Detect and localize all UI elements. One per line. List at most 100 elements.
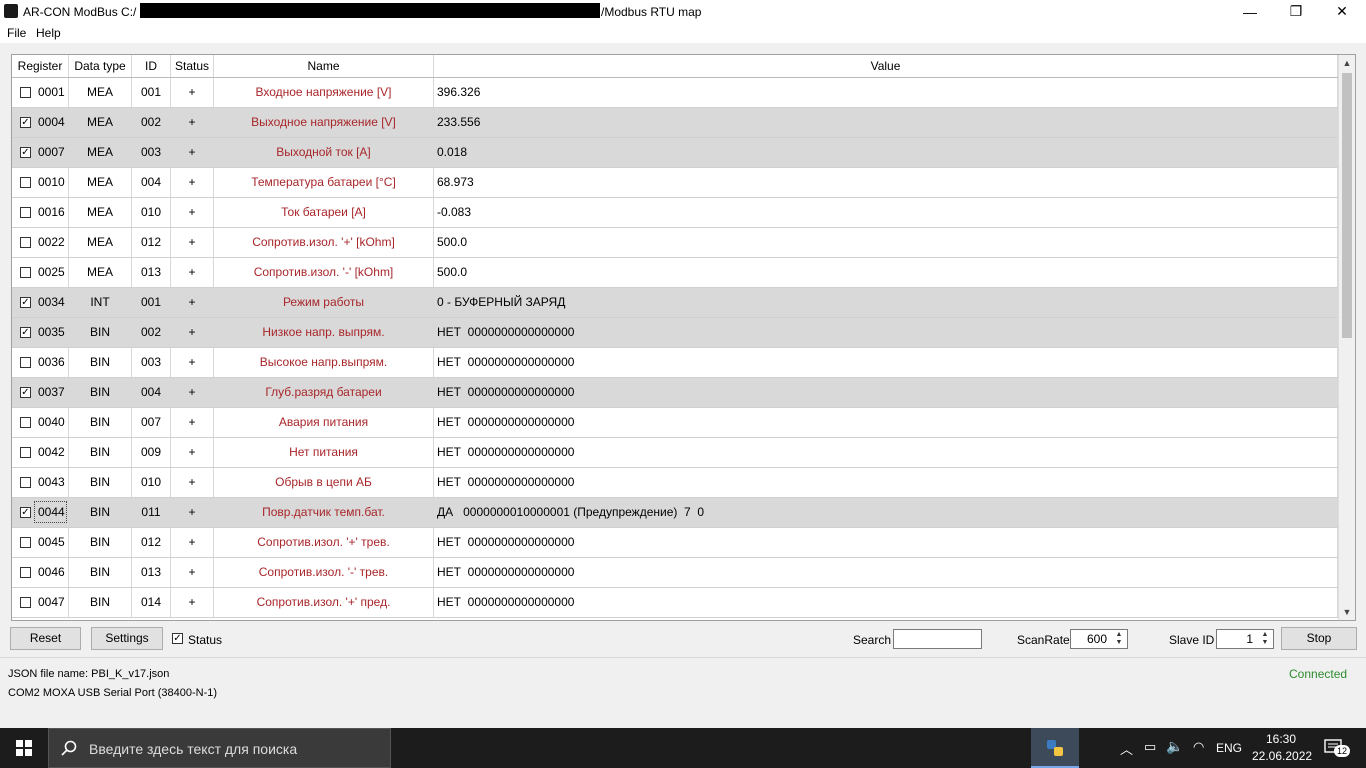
- row-checkbox[interactable]: ✓: [20, 117, 31, 128]
- cell-register[interactable]: 0016: [12, 198, 69, 227]
- cell-id[interactable]: 003: [132, 348, 171, 377]
- row-checkbox[interactable]: [20, 417, 31, 428]
- cell-id[interactable]: 010: [132, 468, 171, 497]
- cell-status[interactable]: +: [171, 468, 214, 497]
- row-checkbox[interactable]: [20, 87, 31, 98]
- cell-value[interactable]: НЕТ 0000000000000000: [434, 438, 1338, 467]
- row-checkbox[interactable]: [20, 447, 31, 458]
- cell-data-type[interactable]: MEA: [69, 138, 132, 167]
- cell-name[interactable]: Авария питания: [214, 408, 434, 437]
- cell-id[interactable]: 004: [132, 378, 171, 407]
- spin-arrows-icon[interactable]: ▲ ▼: [1258, 631, 1272, 647]
- menu-help[interactable]: Help: [36, 26, 61, 40]
- cell-value[interactable]: 0.018: [434, 138, 1338, 167]
- cell-register[interactable]: 0045: [12, 528, 69, 557]
- cell-id[interactable]: 002: [132, 318, 171, 347]
- header-id[interactable]: ID: [132, 55, 171, 77]
- row-checkbox[interactable]: [20, 357, 31, 368]
- cell-status[interactable]: +: [171, 408, 214, 437]
- row-checkbox[interactable]: ✓: [20, 507, 31, 518]
- cell-data-type[interactable]: BIN: [69, 318, 132, 347]
- cell-value[interactable]: НЕТ 0000000000000000: [434, 348, 1338, 377]
- header-name[interactable]: Name: [214, 55, 434, 77]
- row-checkbox[interactable]: ✓: [20, 147, 31, 158]
- table-row[interactable]: 0046 BIN 013 + Сопротив.изол. '-' трев. НЕТ 0…: [12, 558, 1338, 588]
- row-checkbox[interactable]: [20, 567, 31, 578]
- reset-button[interactable]: Reset: [10, 627, 81, 650]
- cell-name[interactable]: Сопротив.изол. '-' [kOhm]: [214, 258, 434, 287]
- cell-data-type[interactable]: BIN: [69, 408, 132, 437]
- cell-id[interactable]: 012: [132, 528, 171, 557]
- cell-data-type[interactable]: MEA: [69, 168, 132, 197]
- cell-name[interactable]: Повр.датчик темп.бат.: [214, 498, 434, 527]
- row-checkbox[interactable]: [20, 597, 31, 608]
- cell-data-type[interactable]: MEA: [69, 228, 132, 257]
- cell-status[interactable]: +: [171, 558, 214, 587]
- table-row[interactable]: 0042 BIN 009 + Нет питания НЕТ 00000000000000…: [12, 438, 1338, 468]
- cell-name[interactable]: Низкое напр. выпрям.: [214, 318, 434, 347]
- row-checkbox[interactable]: [20, 477, 31, 488]
- cell-data-type[interactable]: BIN: [69, 348, 132, 377]
- cell-register[interactable]: 0025: [12, 258, 69, 287]
- cell-data-type[interactable]: BIN: [69, 528, 132, 557]
- header-status[interactable]: Status: [171, 55, 214, 77]
- scroll-down-icon[interactable]: ▼: [1339, 604, 1355, 620]
- cell-name[interactable]: Сопротив.изол. '-' трев.: [214, 558, 434, 587]
- cell-name[interactable]: Сопротив.изол. '+' трев.: [214, 528, 434, 557]
- cell-id[interactable]: 011: [132, 498, 171, 527]
- cell-register[interactable]: 0010: [12, 168, 69, 197]
- status-checkbox[interactable]: ✓: [172, 633, 183, 644]
- wifi-icon[interactable]: ◠: [1193, 739, 1204, 755]
- cell-value[interactable]: 0 - БУФЕРНЫЙ ЗАРЯД: [434, 288, 1338, 317]
- cell-register[interactable]: 0046: [12, 558, 69, 587]
- cell-register[interactable]: 0036: [12, 348, 69, 377]
- cell-status[interactable]: +: [171, 78, 214, 107]
- header-value[interactable]: Value: [434, 55, 1338, 77]
- cell-name[interactable]: Входное напряжение [V]: [214, 78, 434, 107]
- cell-value[interactable]: НЕТ 0000000000000000: [434, 378, 1338, 407]
- cell-id[interactable]: 007: [132, 408, 171, 437]
- cell-name[interactable]: Выходной ток [A]: [214, 138, 434, 167]
- vertical-scrollbar[interactable]: ▲ ▼: [1338, 55, 1355, 620]
- scrollbar-thumb[interactable]: [1342, 73, 1352, 338]
- cell-name[interactable]: Обрыв в цепи АБ: [214, 468, 434, 497]
- cell-name[interactable]: Сопротив.изол. '+' [kOhm]: [214, 228, 434, 257]
- notification-icon[interactable]: 12: [1324, 738, 1351, 758]
- cell-status[interactable]: +: [171, 108, 214, 137]
- cell-name[interactable]: Ток батареи [A]: [214, 198, 434, 227]
- header-register[interactable]: Register: [12, 55, 69, 77]
- cell-status[interactable]: +: [171, 288, 214, 317]
- row-checkbox[interactable]: [20, 267, 31, 278]
- table-row[interactable]: 0047 BIN 014 + Сопротив.изол. '+' пред. НЕТ 0…: [12, 588, 1338, 618]
- cell-register[interactable]: ✓ 0034: [12, 288, 69, 317]
- cell-value[interactable]: ДА 0000000010000001 (Предупреждение) 7 0: [434, 498, 1338, 527]
- row-checkbox[interactable]: [20, 177, 31, 188]
- cell-register[interactable]: 0022: [12, 228, 69, 257]
- search-input[interactable]: [893, 629, 982, 649]
- clock-date[interactable]: 22.06.2022: [1252, 749, 1312, 763]
- cell-register[interactable]: 0042: [12, 438, 69, 467]
- table-row[interactable]: 0045 BIN 012 + Сопротив.изол. '+' трев. НЕТ 0…: [12, 528, 1338, 558]
- scroll-up-icon[interactable]: ▲: [1339, 55, 1355, 71]
- table-row[interactable]: 0036 BIN 003 + Высокое напр.выпрям. НЕТ 00000…: [12, 348, 1338, 378]
- row-checkbox[interactable]: ✓: [20, 327, 31, 338]
- row-checkbox[interactable]: [20, 237, 31, 248]
- cell-id[interactable]: 013: [132, 558, 171, 587]
- cell-register[interactable]: ✓ 0035: [12, 318, 69, 347]
- header-data-type[interactable]: Data type: [69, 55, 132, 77]
- table-row[interactable]: ✓ 0034 INT 001 + Режим работы 0 - БУФЕРНЫЙ ЗАР…: [12, 288, 1338, 318]
- cell-register[interactable]: ✓ 0044: [12, 498, 69, 527]
- row-checkbox[interactable]: [20, 207, 31, 218]
- table-row[interactable]: 0043 BIN 010 + Обрыв в цепи АБ НЕТ 0000000000…: [12, 468, 1338, 498]
- cell-data-type[interactable]: MEA: [69, 108, 132, 137]
- cell-register[interactable]: 0047: [12, 588, 69, 617]
- chevron-up-icon[interactable]: ︿: [1120, 739, 1133, 758]
- cell-value[interactable]: 396.326: [434, 78, 1338, 107]
- cell-data-type[interactable]: BIN: [69, 588, 132, 617]
- cell-name[interactable]: Высокое напр.выпрям.: [214, 348, 434, 377]
- scanrate-spinbox[interactable]: 600 ▲ ▼: [1070, 629, 1128, 649]
- cell-status[interactable]: +: [171, 378, 214, 407]
- cell-id[interactable]: 009: [132, 438, 171, 467]
- speaker-icon[interactable]: 🔈: [1166, 738, 1183, 755]
- cell-data-type[interactable]: MEA: [69, 78, 132, 107]
